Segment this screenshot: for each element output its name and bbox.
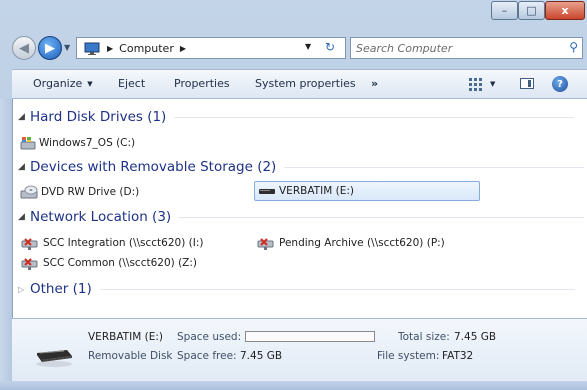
windows-drive-icon bbox=[20, 137, 36, 150]
minimize-button[interactable]: – bbox=[491, 1, 518, 20]
collapse-triangle-icon[interactable]: ◢ bbox=[18, 112, 30, 122]
drive-label: Windows7_OS (C:) bbox=[39, 137, 136, 149]
details-type: Removable Disk bbox=[88, 350, 173, 362]
eject-button[interactable]: Eject bbox=[118, 77, 145, 90]
total-size-label: Total size: bbox=[398, 331, 450, 343]
group-label: Hard Disk Drives (1) bbox=[30, 109, 167, 125]
more-commands-button[interactable]: » bbox=[371, 77, 378, 90]
search-input[interactable] bbox=[356, 40, 556, 56]
system-properties-button[interactable]: System properties bbox=[255, 77, 356, 90]
organize-label: Organize bbox=[33, 77, 83, 90]
view-grid-icon bbox=[469, 77, 482, 91]
explorer-window: – □ x ◀ ▶ ▼ ▶ Computer ▶ ▼ ↻ ⚲ Organize ▼… bbox=[0, 0, 587, 390]
space-used-label: Space used: bbox=[177, 331, 242, 343]
help-button[interactable]: ? bbox=[552, 76, 568, 92]
computer-icon bbox=[83, 41, 101, 55]
group-label: Devices with Removable Storage (2) bbox=[30, 159, 277, 175]
collapse-triangle-icon[interactable]: ◢ bbox=[18, 162, 30, 172]
collapse-triangle-icon[interactable]: ◢ bbox=[18, 212, 30, 222]
breadcrumb-computer[interactable]: Computer bbox=[119, 42, 174, 55]
chevron-down-icon: ▼ bbox=[490, 80, 496, 88]
network-drive-scc-integration[interactable]: SCC Integration (\\scct620) (I:) bbox=[20, 234, 203, 252]
window-bottom-edge bbox=[0, 381, 587, 390]
address-bar[interactable]: ▶ Computer ▶ ▼ ↻ bbox=[76, 37, 346, 59]
group-divider bbox=[179, 216, 585, 218]
space-free-value: 7.45 GB bbox=[240, 350, 283, 362]
drive-windows7-os[interactable]: Windows7_OS (C:) bbox=[20, 134, 135, 152]
group-divider bbox=[284, 166, 585, 168]
preview-pane-button[interactable] bbox=[520, 78, 534, 89]
drive-label: DVD RW Drive (D:) bbox=[41, 186, 140, 198]
chevron-down-icon: ▼ bbox=[87, 80, 93, 88]
drive-dvd-rw[interactable]: DVD RW Drive (D:) bbox=[20, 183, 139, 201]
breadcrumb-separator-icon[interactable]: ▶ bbox=[180, 44, 186, 53]
forward-arrow-icon: ▶ bbox=[45, 40, 55, 56]
organize-button[interactable]: Organize ▼ bbox=[33, 77, 93, 90]
drive-label: Pending Archive (\\scct620) (P:) bbox=[279, 237, 445, 249]
recent-pages-dropdown[interactable]: ▼ bbox=[64, 43, 70, 52]
search-box[interactable]: ⚲ bbox=[350, 37, 583, 59]
group-removable-storage[interactable]: ◢ Devices with Removable Storage (2) bbox=[18, 157, 585, 177]
refresh-icon[interactable]: ↻ bbox=[325, 40, 335, 54]
group-divider bbox=[174, 116, 575, 118]
forward-button[interactable]: ▶ bbox=[38, 36, 62, 60]
close-button[interactable]: x bbox=[545, 1, 585, 20]
group-label: Other (1) bbox=[30, 281, 92, 297]
properties-button[interactable]: Properties bbox=[174, 77, 230, 90]
network-drive-disconnected-icon bbox=[21, 238, 38, 250]
back-arrow-icon: ◀ bbox=[19, 40, 29, 56]
search-icon[interactable]: ⚲ bbox=[569, 40, 578, 54]
space-used-bar bbox=[245, 331, 375, 342]
network-drive-disconnected-icon bbox=[257, 238, 274, 250]
usb-drive-icon bbox=[259, 189, 275, 194]
maximize-button[interactable]: □ bbox=[518, 1, 545, 20]
title-bar: – □ x bbox=[0, 0, 587, 28]
back-button[interactable]: ◀ bbox=[12, 36, 36, 60]
drive-verbatim[interactable]: VERBATIM (E:) bbox=[254, 181, 480, 201]
group-network-location[interactable]: ◢ Network Location (3) bbox=[18, 207, 585, 227]
details-pane: VERBATIM (E:) Removable Disk Space used:… bbox=[12, 319, 587, 381]
drive-label: SCC Common (\\scct620) (Z:) bbox=[43, 257, 197, 269]
drive-label: SCC Integration (\\scct620) (I:) bbox=[43, 237, 204, 249]
group-divider bbox=[99, 288, 575, 290]
navigation-bar: ◀ ▶ ▼ ▶ Computer ▶ ▼ ↻ ⚲ bbox=[0, 28, 587, 68]
expand-triangle-icon[interactable]: ▷ bbox=[18, 285, 30, 294]
command-toolbar: Organize ▼ Eject Properties System proper… bbox=[12, 69, 587, 99]
group-other[interactable]: ▷ Other (1) bbox=[18, 279, 575, 299]
address-dropdown-icon[interactable]: ▼ bbox=[305, 42, 311, 51]
dvd-drive-icon bbox=[20, 185, 38, 199]
file-system-label: File system: bbox=[377, 350, 440, 362]
usb-drive-large-icon bbox=[36, 350, 72, 367]
total-size-value: 7.45 GB bbox=[454, 331, 497, 343]
drive-list-pane: ◢ Hard Disk Drives (1) Windows7_OS (C:) … bbox=[12, 99, 587, 318]
breadcrumb-separator-icon[interactable]: ▶ bbox=[107, 44, 113, 53]
network-drive-pending-archive[interactable]: Pending Archive (\\scct620) (P:) bbox=[256, 234, 445, 252]
group-label: Network Location (3) bbox=[30, 209, 172, 225]
change-view-button[interactable]: ▼ bbox=[469, 76, 499, 92]
file-system-value: FAT32 bbox=[442, 350, 474, 362]
space-free-label: Space free: bbox=[177, 350, 237, 362]
network-drive-disconnected-icon bbox=[21, 258, 38, 270]
network-drive-scc-common[interactable]: SCC Common (\\scct620) (Z:) bbox=[20, 254, 197, 272]
group-hard-disk-drives[interactable]: ◢ Hard Disk Drives (1) bbox=[18, 107, 575, 127]
navigation-pane-edge bbox=[0, 99, 12, 390]
details-name: VERBATIM (E:) bbox=[88, 331, 163, 343]
drive-label: VERBATIM (E:) bbox=[279, 185, 354, 197]
